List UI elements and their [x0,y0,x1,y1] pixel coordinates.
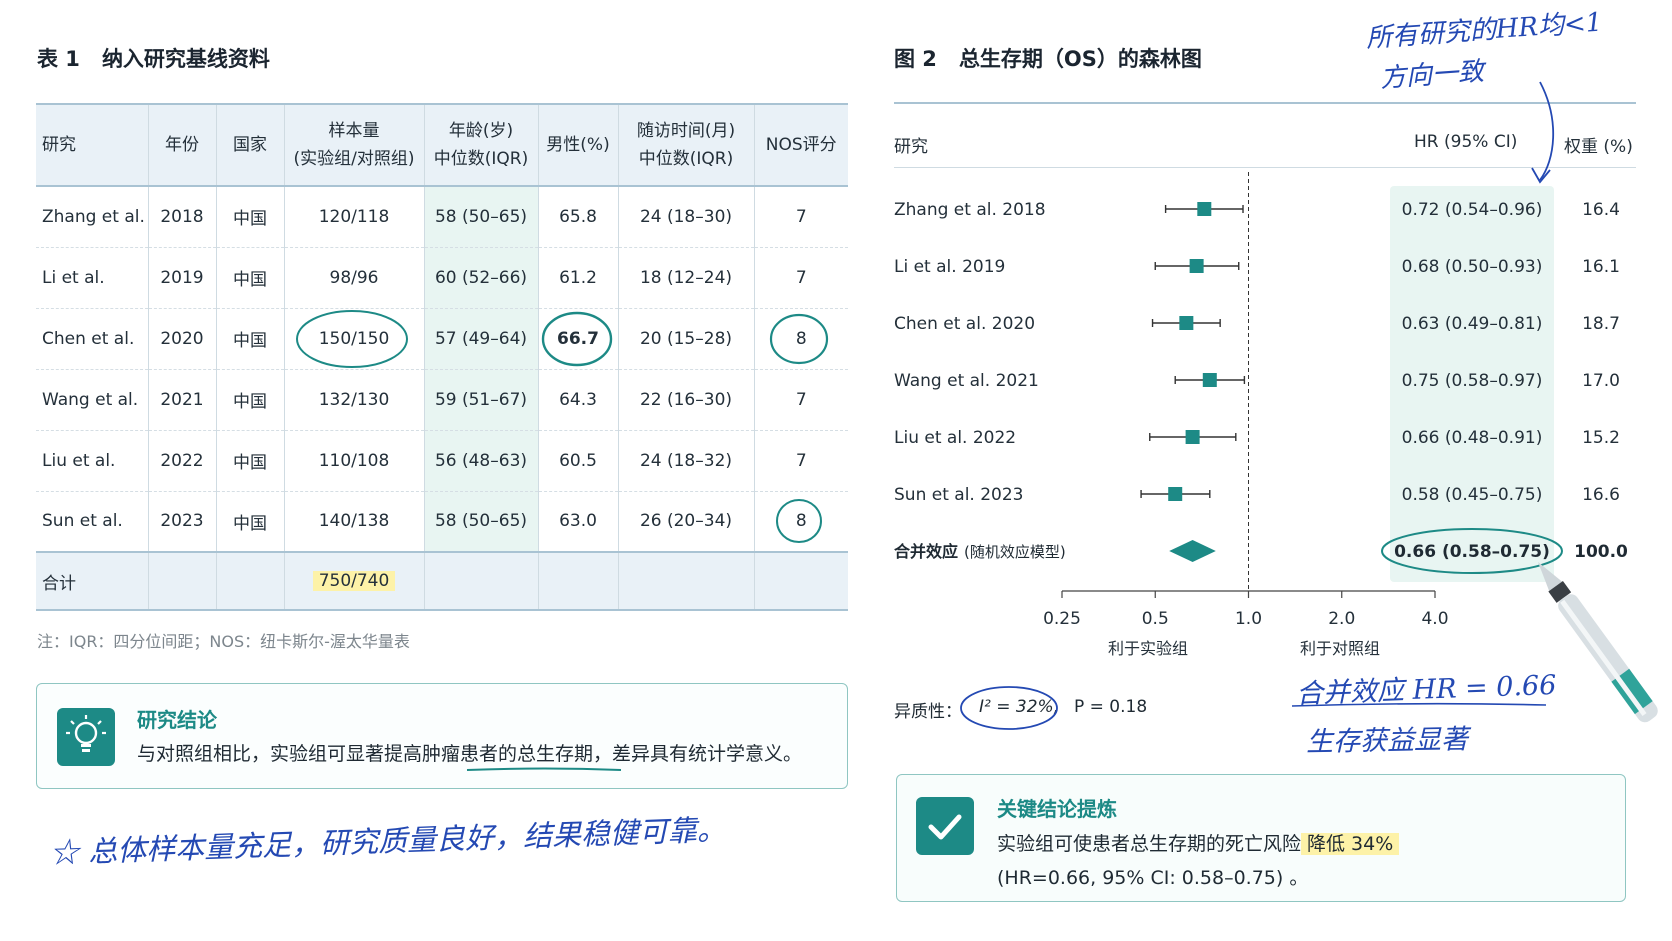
handwritten-note-right-mid-2: 生存获益显著 [1305,724,1469,758]
study-label: Zhang et al. 2018 [894,200,1046,220]
weight-value: 18.7 [1582,314,1620,334]
heterogeneity-label: 异质性： [894,702,962,722]
ci-text: 0.68 (0.50–0.93) [1402,257,1543,277]
point-estimate [1202,373,1217,387]
handwritten-arrow [1539,81,1555,181]
risk-reduction-highlight: 降低 34% [1301,833,1400,855]
study-label: Chen et al. 2020 [894,314,1035,334]
favor-experimental-label: 利于实验组 [1108,639,1188,658]
key-conclusion-heading: 关键结论提炼 [997,797,1117,821]
point-estimate [1189,259,1204,273]
key-conclusion-box: 关键结论提炼 实验组可使患者总生存期的死亡风险 降低 34% (HR=0.66, … [896,774,1626,902]
study-label: Liu et al. 2022 [894,428,1016,448]
x-tick-label: 0.5 [1142,609,1169,629]
point-estimate [1197,202,1212,216]
weight-value: 17.0 [1582,371,1620,391]
weight-value: 16.1 [1582,257,1620,277]
ci-text: 0.58 (0.45–0.75) [1402,485,1543,505]
handwritten-arrowhead [1531,167,1551,184]
pooled-diamond [1169,540,1216,562]
p-value: P = 0.18 [1074,697,1148,717]
x-tick-label: 4.0 [1421,609,1448,629]
study-label: Wang et al. 2021 [894,371,1039,391]
x-tick-label: 2.0 [1328,609,1355,629]
weight-value: 15.2 [1582,428,1620,448]
key-conclusion-line1: 实验组可使患者总生存期的死亡风险 降低 34% [997,829,1400,856]
pooled-label: 合并效应 (随机效应模型) [894,542,1066,561]
point-estimate [1179,316,1194,330]
point-estimate [1168,487,1183,501]
heterogeneity-row: 异质性： [894,697,962,722]
handwritten-underline [1291,702,1547,707]
weight-value: 16.6 [1582,485,1620,505]
point-estimate [1185,430,1200,444]
study-label: Sun et al. 2023 [894,485,1023,505]
favor-control-label: 利于对照组 [1300,639,1380,658]
ci-text: 0.66 (0.48–0.91) [1402,428,1543,448]
ci-text: 0.75 (0.58–0.97) [1402,371,1543,391]
pen-illustration [1538,562,1658,723]
study-label: Li et al. 2019 [894,257,1005,277]
x-tick-label: 0.25 [1043,609,1081,629]
checkmark-icon [916,797,974,855]
x-tick-label: 1.0 [1235,609,1262,629]
ci-text: 0.63 (0.49–0.81) [1402,314,1543,334]
key-conclusion-line2: (HR=0.66, 95% CI: 0.58–0.75) 。 [997,867,1309,889]
weight-value: 16.4 [1582,200,1620,220]
ci-text: 0.72 (0.54–0.96) [1402,200,1543,220]
circle-i2 [960,686,1058,730]
